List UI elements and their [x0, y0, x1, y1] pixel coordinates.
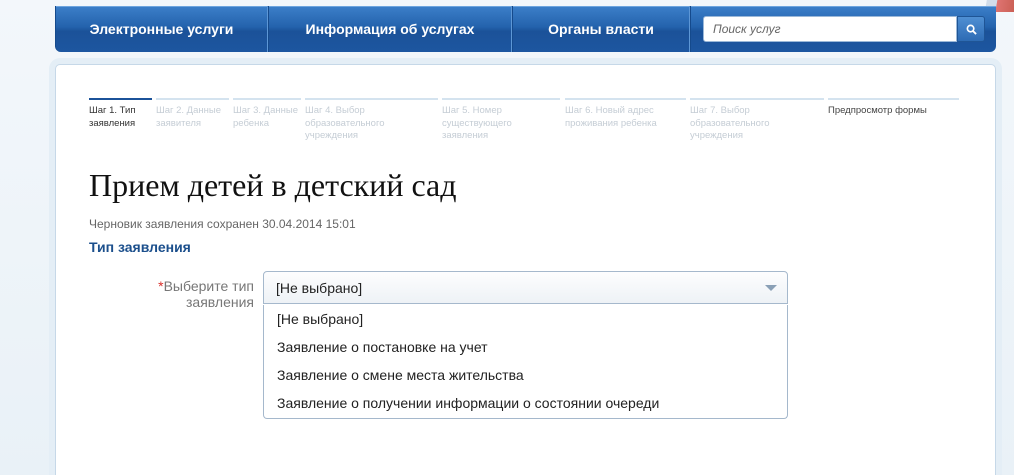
search-input[interactable]: [703, 16, 957, 42]
field-label-text: Выберите тип заявления: [163, 278, 254, 310]
option-registration[interactable]: Заявление о постановке на учет: [264, 333, 787, 361]
option-queue-status[interactable]: Заявление о получении информации о состо…: [264, 389, 787, 417]
step-4: Шаг 4. Выбор образовательного учреждения: [305, 98, 438, 143]
application-type-select[interactable]: [Не выбрано]: [263, 271, 788, 304]
select-value: [Не выбрано]: [276, 280, 363, 296]
step-2: Шаг 2. Данные заявителя: [156, 98, 229, 130]
option-change-residence[interactable]: Заявление о смене места жительства: [264, 361, 787, 389]
application-type-dropdown: [Не выбрано] Заявление о постановке на у…: [263, 305, 788, 419]
application-type-label: *Выберите тип заявления: [140, 278, 254, 310]
draft-saved-note: Черновик заявления сохранен 30.04.2014 1…: [89, 217, 356, 231]
step-6: Шаг 6. Новый адрес проживания ребенка: [565, 98, 686, 130]
step-preview: Предпросмотр формы: [828, 98, 959, 118]
chevron-down-icon: [765, 285, 777, 291]
section-title: Тип заявления: [89, 239, 191, 255]
step-7: Шаг 7. Выбор образовательного учреждения: [690, 98, 824, 143]
search-button[interactable]: [957, 16, 985, 42]
step-3: Шаг 3. Данные ребенка: [233, 98, 301, 130]
nav-authorities[interactable]: Органы власти: [512, 6, 690, 52]
step-5: Шаг 5. Номер существующего заявления: [442, 98, 560, 143]
search-icon: [966, 24, 977, 35]
option-not-selected[interactable]: [Не выбрано]: [264, 305, 787, 333]
step-1[interactable]: Шаг 1. Тип заявления: [89, 98, 152, 130]
search-area: [690, 6, 996, 52]
page-title: Прием детей в детский сад: [89, 167, 457, 203]
nav-services-info[interactable]: Информация об услугах: [268, 6, 512, 52]
top-navigation: Электронные услуги Информация об услугах…: [55, 6, 996, 52]
nav-electronic-services[interactable]: Электронные услуги: [55, 6, 268, 52]
